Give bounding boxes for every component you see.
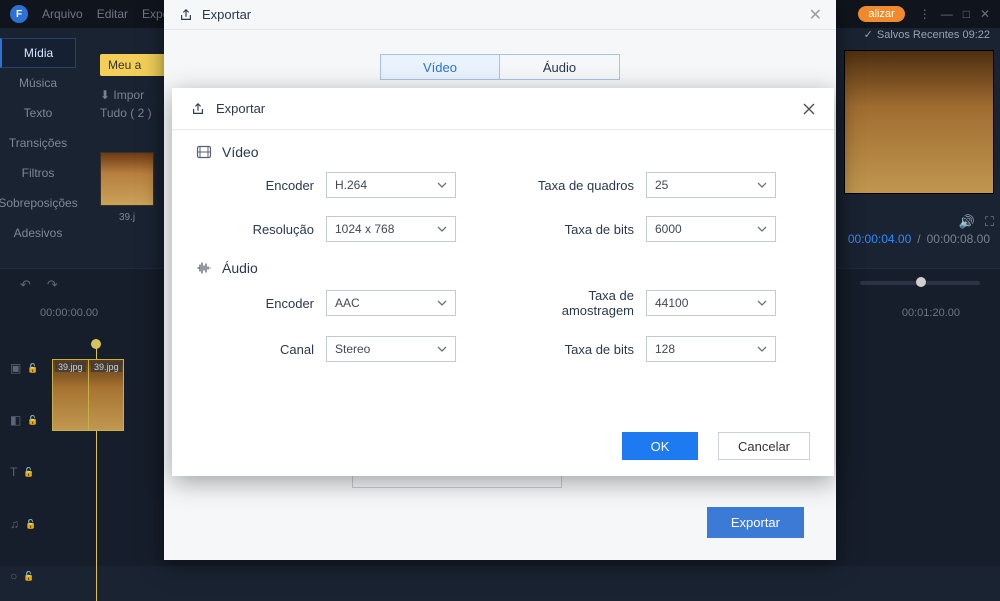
media-count: Tudo ( 2 ) [100, 106, 154, 120]
menu-edit[interactable]: Editar [97, 7, 128, 21]
ok-button[interactable]: OK [622, 432, 698, 460]
undo-icon[interactable]: ↶ [20, 277, 31, 293]
timeline-clip[interactable]: 39.jpg 39.jpg [52, 359, 124, 431]
app-logo-icon: F [10, 5, 28, 23]
minimize-icon[interactable]: — [941, 7, 953, 21]
chevron-down-icon [757, 300, 767, 306]
chevron-down-icon [757, 346, 767, 352]
export-settings-dialog: Exportar Vídeo Encoder H.264 Taxa de qua… [172, 88, 834, 476]
select-video-bitrate[interactable]: 6000 [646, 216, 776, 242]
maximize-icon[interactable]: □ [963, 7, 970, 21]
select-samplerate[interactable]: 44100 [646, 290, 776, 316]
media-panel: ⬇ Impor Tudo ( 2 ) 39.j [100, 88, 154, 223]
timecode: 00:00:04.00 / 00:00:08.00 [848, 232, 990, 246]
lock-icon[interactable]: 🔓 [27, 415, 38, 426]
window-controls: ⋮ — □ ✕ [919, 7, 990, 21]
select-audio-encoder[interactable]: AAC [326, 290, 456, 316]
pip-track-icon[interactable]: ◧ [10, 413, 21, 427]
outer-tab-audio[interactable]: Áudio [500, 54, 620, 80]
tab-filters[interactable]: Filtros [0, 158, 76, 188]
dialog-title: Exportar [216, 101, 265, 116]
text-track-icon[interactable]: T [10, 465, 17, 479]
lock-icon[interactable]: 🔓 [23, 467, 34, 478]
export-outer-title: Exportar [202, 7, 251, 22]
preview-pane [844, 50, 994, 194]
volume-icon[interactable]: 🔊 [959, 214, 975, 230]
export-submit-button[interactable]: Exportar [707, 507, 804, 538]
zoom-slider[interactable] [860, 281, 980, 285]
voice-track-icon[interactable]: ○ [10, 569, 17, 583]
export-icon [190, 102, 206, 116]
side-tabs: Mídia Música Texto Transições Filtros So… [0, 38, 76, 248]
label-resolution: Resolução [196, 222, 326, 237]
autosave-status: ✓ Salvos Recentes 09:22 [864, 28, 990, 41]
tab-media[interactable]: Mídia [0, 38, 76, 68]
close-outer-button[interactable]: ✕ [809, 5, 822, 25]
select-resolution[interactable]: 1024 x 768 [326, 216, 456, 242]
lock-icon[interactable]: 🔓 [27, 363, 38, 374]
export-icon [178, 8, 194, 22]
select-framerate[interactable]: 25 [646, 172, 776, 198]
label-audio-bitrate: Taxa de bits [516, 342, 646, 357]
tab-music[interactable]: Música [0, 68, 76, 98]
label-samplerate: Taxa de amostragem [516, 288, 646, 318]
chevron-down-icon [437, 300, 447, 306]
chevron-down-icon [757, 226, 767, 232]
project-banner: Meu a [100, 54, 164, 76]
video-section-header: Vídeo [196, 144, 810, 160]
lock-icon[interactable]: 🔓 [23, 571, 34, 582]
import-button[interactable]: ⬇ Impor [100, 88, 154, 102]
fullscreen-icon[interactable]: ⛶ [985, 214, 994, 230]
chevron-down-icon [437, 226, 447, 232]
tab-stickers[interactable]: Adesivos [0, 218, 76, 248]
track-icons: ▣ 🔓 ◧ 🔓 T 🔓 ♫ 🔓 ○ 🔓 [0, 319, 44, 601]
select-video-encoder[interactable]: H.264 [326, 172, 456, 198]
tab-text[interactable]: Texto [0, 98, 76, 128]
lock-icon[interactable]: 🔓 [25, 519, 36, 530]
check-icon: ✓ [864, 28, 873, 41]
video-icon [196, 144, 212, 160]
redo-icon[interactable]: ↷ [47, 277, 58, 293]
close-window-icon[interactable]: ✕ [980, 7, 990, 21]
total-time: 00:00:08.00 [927, 232, 990, 246]
video-track-icon[interactable]: ▣ [10, 361, 21, 375]
close-dialog-button[interactable] [802, 102, 816, 116]
outer-tab-video[interactable]: Vídeo [380, 54, 500, 80]
chevron-down-icon [437, 182, 447, 188]
more-icon[interactable]: ⋮ [919, 7, 931, 21]
chevron-down-icon [757, 182, 767, 188]
label-framerate: Taxa de quadros [516, 178, 646, 193]
audio-section-header: Áudio [196, 260, 810, 276]
select-channel[interactable]: Stereo [326, 336, 456, 362]
current-time: 00:00:04.00 [848, 232, 911, 246]
label-video-bitrate: Taxa de bits [516, 222, 646, 237]
upgrade-button[interactable]: alizar [858, 6, 904, 22]
audio-icon [196, 260, 212, 276]
tab-transitions[interactable]: Transições [0, 128, 76, 158]
menu-file[interactable]: Arquivo [42, 7, 83, 21]
chevron-down-icon [437, 346, 447, 352]
select-audio-bitrate[interactable]: 128 [646, 336, 776, 362]
media-thumbnail[interactable] [100, 152, 154, 206]
tab-overlays[interactable]: Sobreposições [0, 188, 76, 218]
cancel-button[interactable]: Cancelar [718, 432, 810, 460]
audio-track-icon[interactable]: ♫ [10, 517, 19, 531]
label-audio-encoder: Encoder [196, 296, 326, 311]
media-thumb-label: 39.j [100, 212, 154, 223]
label-video-encoder: Encoder [196, 178, 326, 193]
label-channel: Canal [196, 342, 326, 357]
